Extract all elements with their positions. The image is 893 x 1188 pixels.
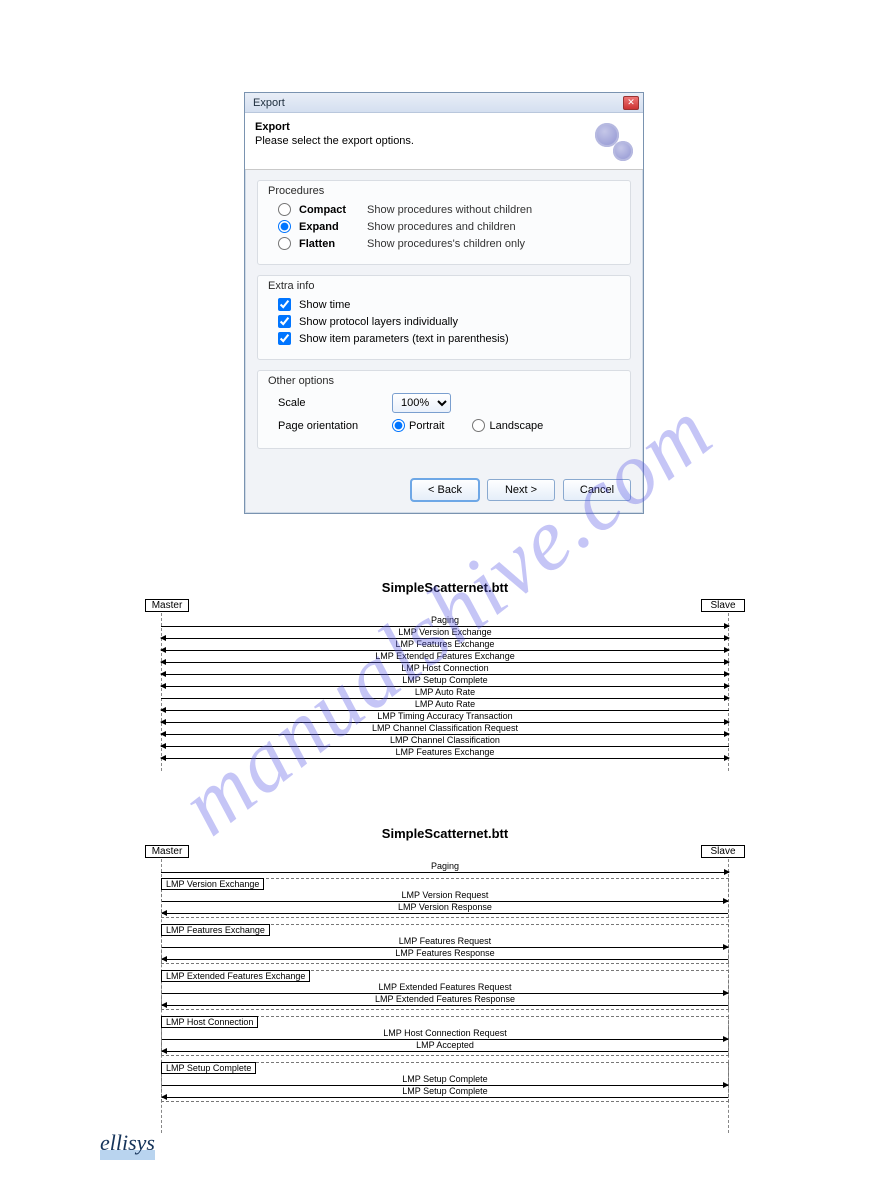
gears-icon — [593, 121, 633, 161]
msc-message-label: LMP Channel Classification — [161, 735, 729, 745]
msc-message: LMP Features Exchange — [161, 748, 729, 760]
msc-message: LMP Features Response — [162, 949, 728, 961]
msc-message-label: LMP Features Request — [162, 936, 728, 946]
msc-message-label: LMP Extended Features Response — [162, 994, 728, 1004]
radio-expand[interactable]: Expand Show procedures and children — [278, 220, 620, 233]
msc2-right-node: Slave — [701, 845, 745, 858]
dialog-header: Export Please select the export options. — [245, 113, 643, 170]
msc-group: LMP Setup CompleteLMP Setup CompleteLMP … — [161, 1062, 729, 1102]
radio-portrait-input[interactable] — [392, 419, 405, 432]
msc-message-label: LMP Features Exchange — [161, 747, 729, 757]
orientation-key: Page orientation — [278, 420, 378, 432]
msc-message-label: LMP Extended Features Exchange — [161, 651, 729, 661]
button-row: < Back Next > Cancel — [245, 471, 643, 513]
check-show-layers-label: Show protocol layers individually — [299, 316, 458, 328]
msc-message-label: LMP Auto Rate — [161, 699, 729, 709]
close-icon: ✕ — [627, 98, 635, 107]
scale-select[interactable]: 100% — [392, 393, 451, 413]
scale-key: Scale — [278, 397, 378, 409]
radio-compact-desc: Show procedures without children — [367, 204, 532, 216]
msc-group: LMP Host ConnectionLMP Host Connection R… — [161, 1016, 729, 1056]
export-dialog: Export ✕ Export Please select the export… — [244, 92, 644, 514]
close-button[interactable]: ✕ — [623, 96, 639, 110]
msc-group: LMP Features ExchangeLMP Features Reques… — [161, 924, 729, 964]
msc-group: LMP Version ExchangeLMP Version Request L… — [161, 878, 729, 918]
msc1-left-node: Master — [145, 599, 189, 612]
radio-flatten-label: Flatten — [299, 238, 359, 250]
msc-group: LMP Extended Features ExchangeLMP Extend… — [161, 970, 729, 1010]
radio-compact-label: Compact — [299, 204, 359, 216]
msc-message-label: LMP Setup Complete — [162, 1086, 728, 1096]
check-show-layers-input[interactable] — [278, 315, 291, 328]
group-other-options-legend: Other options — [268, 375, 620, 387]
msc-message-label: Paging — [161, 861, 729, 871]
msc-message-label: LMP Features Response — [162, 948, 728, 958]
check-show-params-input[interactable] — [278, 332, 291, 345]
msc-message-label: LMP Version Request — [162, 890, 728, 900]
msc1-right-node: Slave — [701, 599, 745, 612]
group-other-options: Other options Scale 100% Page orientatio… — [257, 370, 631, 449]
brand-logo: ellisys — [100, 1130, 155, 1160]
msc-group-label: LMP Version Exchange — [161, 878, 264, 890]
msc2-title: SimpleScatternet.btt — [145, 826, 745, 841]
group-extra-info-legend: Extra info — [268, 280, 620, 292]
radio-compact[interactable]: Compact Show procedures without children — [278, 203, 620, 216]
header-subtitle: Please select the export options. — [255, 135, 414, 147]
radio-portrait-label: Portrait — [409, 420, 444, 432]
radio-portrait[interactable]: Portrait — [392, 419, 444, 432]
msc-message-label: LMP Extended Features Request — [162, 982, 728, 992]
check-show-params-label: Show item parameters (text in parenthesi… — [299, 333, 509, 345]
next-button[interactable]: Next > — [487, 479, 555, 501]
group-procedures: Procedures Compact Show procedures witho… — [257, 180, 631, 265]
msc-message: LMP Setup Complete — [162, 1087, 728, 1099]
radio-expand-desc: Show procedures and children — [367, 221, 516, 233]
msc-expanded: SimpleScatternet.btt Master Slave Paging… — [145, 826, 745, 1133]
radio-flatten-input[interactable] — [278, 237, 291, 250]
msc-message-label: LMP Features Exchange — [161, 639, 729, 649]
titlebar: Export ✕ — [245, 93, 643, 113]
window-title: Export — [253, 97, 285, 109]
msc-message-label: LMP Version Response — [162, 902, 728, 912]
msc-message-label: LMP Timing Accuracy Transaction — [161, 711, 729, 721]
check-show-time-input[interactable] — [278, 298, 291, 311]
msc-group-label: LMP Features Exchange — [161, 924, 270, 936]
msc-message-label: Paging — [161, 615, 729, 625]
msc-group-label: LMP Host Connection — [161, 1016, 258, 1028]
header-title: Export — [255, 121, 414, 133]
msc-group-label: LMP Extended Features Exchange — [161, 970, 310, 982]
group-procedures-legend: Procedures — [268, 185, 620, 197]
msc-message-label: LMP Setup Complete — [161, 675, 729, 685]
msc-message-label: LMP Host Connection — [161, 663, 729, 673]
group-extra-info: Extra info Show time Show protocol layer… — [257, 275, 631, 360]
msc-message: Paging — [161, 862, 729, 874]
cancel-button[interactable]: Cancel — [563, 479, 631, 501]
radio-expand-label: Expand — [299, 221, 359, 233]
msc-group-label: LMP Setup Complete — [161, 1062, 256, 1074]
check-show-time-label: Show time — [299, 299, 350, 311]
msc-message-label: LMP Accepted — [162, 1040, 728, 1050]
radio-flatten-desc: Show procedures's children only — [367, 238, 525, 250]
radio-expand-input[interactable] — [278, 220, 291, 233]
radio-landscape[interactable]: Landscape — [472, 419, 543, 432]
msc-message-label: LMP Auto Rate — [161, 687, 729, 697]
msc1-title: SimpleScatternet.btt — [145, 580, 745, 595]
check-show-layers[interactable]: Show protocol layers individually — [278, 315, 620, 328]
check-show-params[interactable]: Show item parameters (text in parenthesi… — [278, 332, 620, 345]
radio-landscape-label: Landscape — [489, 420, 543, 432]
radio-compact-input[interactable] — [278, 203, 291, 216]
msc2-left-node: Master — [145, 845, 189, 858]
radio-landscape-input[interactable] — [472, 419, 485, 432]
back-button[interactable]: < Back — [411, 479, 479, 501]
msc-message: LMP Accepted — [162, 1041, 728, 1053]
msc-compact: SimpleScatternet.btt Master Slave Paging… — [145, 580, 745, 771]
msc-message-label: LMP Setup Complete — [162, 1074, 728, 1084]
radio-flatten[interactable]: Flatten Show procedures's children only — [278, 237, 620, 250]
msc-message-label: LMP Version Exchange — [161, 627, 729, 637]
msc-message-label: LMP Channel Classification Request — [161, 723, 729, 733]
msc-message: LMP Extended Features Response — [162, 995, 728, 1007]
brand-text: ellisys — [100, 1137, 155, 1160]
msc-message-label: LMP Host Connection Request — [162, 1028, 728, 1038]
check-show-time[interactable]: Show time — [278, 298, 620, 311]
msc-message: LMP Version Response — [162, 903, 728, 915]
